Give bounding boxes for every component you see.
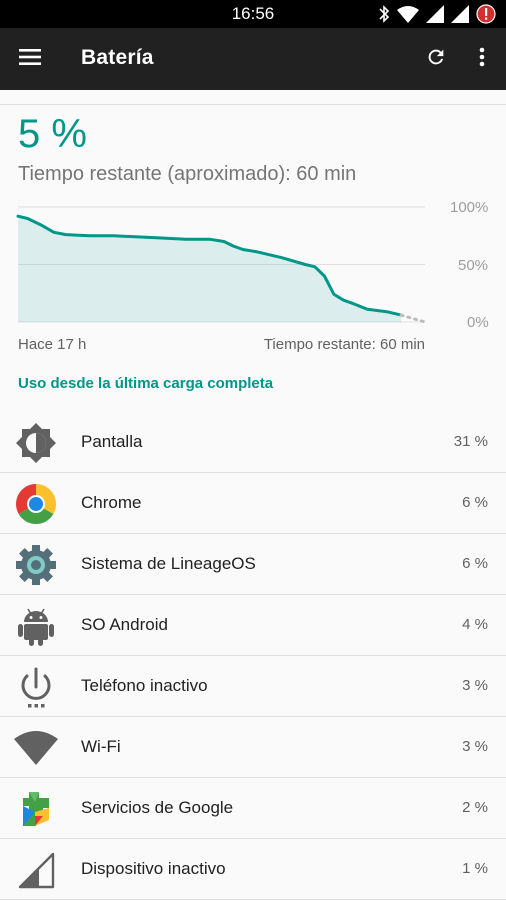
google-play-services-icon bbox=[14, 787, 58, 831]
menu-button[interactable] bbox=[12, 41, 48, 77]
status-bar: 16:56 bbox=[0, 0, 506, 28]
more-options-button[interactable] bbox=[464, 41, 500, 77]
refresh-button[interactable] bbox=[418, 41, 454, 77]
usage-item-percent: 1 % bbox=[462, 860, 488, 877]
power-icon bbox=[14, 665, 58, 709]
usage-item-label: Servicios de Google bbox=[81, 798, 234, 817]
signal-icon bbox=[426, 5, 444, 23]
usage-item-dispositivo-inactivo[interactable]: Dispositivo inactivo 1 % bbox=[0, 839, 506, 900]
usage-item-label: SO Android bbox=[81, 615, 168, 634]
usage-item-percent: 3 % bbox=[462, 677, 488, 694]
usage-item-percent: 2 % bbox=[462, 799, 488, 816]
usage-item-label: Wi-Fi bbox=[81, 737, 121, 756]
settings-gear-icon bbox=[14, 543, 58, 587]
chart-x-start-label: Hace 17 h bbox=[18, 336, 87, 353]
usage-item-percent: 3 % bbox=[462, 738, 488, 755]
usage-item-label: Pantalla bbox=[81, 432, 143, 451]
usage-section-header: Uso desde la última carga completa bbox=[18, 375, 274, 392]
battery-remaining-text: Tiempo restante (aproximado): 60 min bbox=[18, 163, 357, 185]
page-title: Batería bbox=[81, 46, 154, 69]
wifi-icon bbox=[397, 5, 419, 23]
usage-item-percent: 6 % bbox=[462, 494, 488, 511]
more-vert-icon bbox=[479, 47, 485, 72]
usage-item-chrome[interactable]: Chrome 6 % bbox=[0, 473, 506, 534]
brightness-icon bbox=[14, 421, 58, 465]
wifi-icon bbox=[14, 726, 58, 770]
menu-icon bbox=[19, 48, 41, 70]
usage-item-pantalla[interactable]: Pantalla 31 % bbox=[0, 412, 506, 473]
chrome-icon bbox=[14, 482, 58, 526]
y-tick-50: 50% bbox=[458, 257, 489, 274]
usage-item-so-android[interactable]: SO Android 4 % bbox=[0, 595, 506, 656]
usage-list: Pantalla 31 % Chrome 6 % Sistema de Line… bbox=[0, 412, 506, 900]
bluetooth-icon bbox=[378, 5, 390, 23]
y-tick-100: 100% bbox=[450, 199, 489, 216]
y-tick-0: 0% bbox=[467, 314, 489, 331]
usage-item-servicios-google[interactable]: Servicios de Google 2 % bbox=[0, 778, 506, 839]
usage-item-label: Teléfono inactivo bbox=[81, 676, 208, 695]
usage-item-label: Sistema de LineageOS bbox=[81, 554, 256, 573]
usage-item-wifi[interactable]: Wi-Fi 3 % bbox=[0, 717, 506, 778]
battery-alert-icon bbox=[476, 4, 496, 24]
status-icons bbox=[378, 3, 496, 25]
usage-item-percent: 6 % bbox=[462, 555, 488, 572]
refresh-icon bbox=[425, 46, 447, 73]
divider bbox=[0, 104, 506, 105]
cell-signal-icon bbox=[14, 848, 58, 892]
usage-item-telefono-inactivo[interactable]: Teléfono inactivo 3 % bbox=[0, 656, 506, 717]
android-icon bbox=[14, 604, 58, 648]
signal-icon bbox=[451, 5, 469, 23]
usage-item-label: Chrome bbox=[81, 493, 142, 512]
battery-history-chart bbox=[16, 206, 427, 324]
chart-projection-line bbox=[399, 313, 427, 324]
usage-item-sistema-lineageos[interactable]: Sistema de LineageOS 6 % bbox=[0, 534, 506, 595]
app-bar: Batería bbox=[0, 28, 506, 90]
usage-item-percent: 31 % bbox=[453, 433, 488, 450]
chart-area-fill bbox=[18, 216, 402, 322]
chart-x-end-label: Tiempo restante: 60 min bbox=[263, 336, 425, 353]
usage-item-percent: 4 % bbox=[462, 616, 488, 633]
battery-level: 5 % bbox=[18, 112, 87, 156]
usage-item-label: Dispositivo inactivo bbox=[81, 859, 226, 878]
